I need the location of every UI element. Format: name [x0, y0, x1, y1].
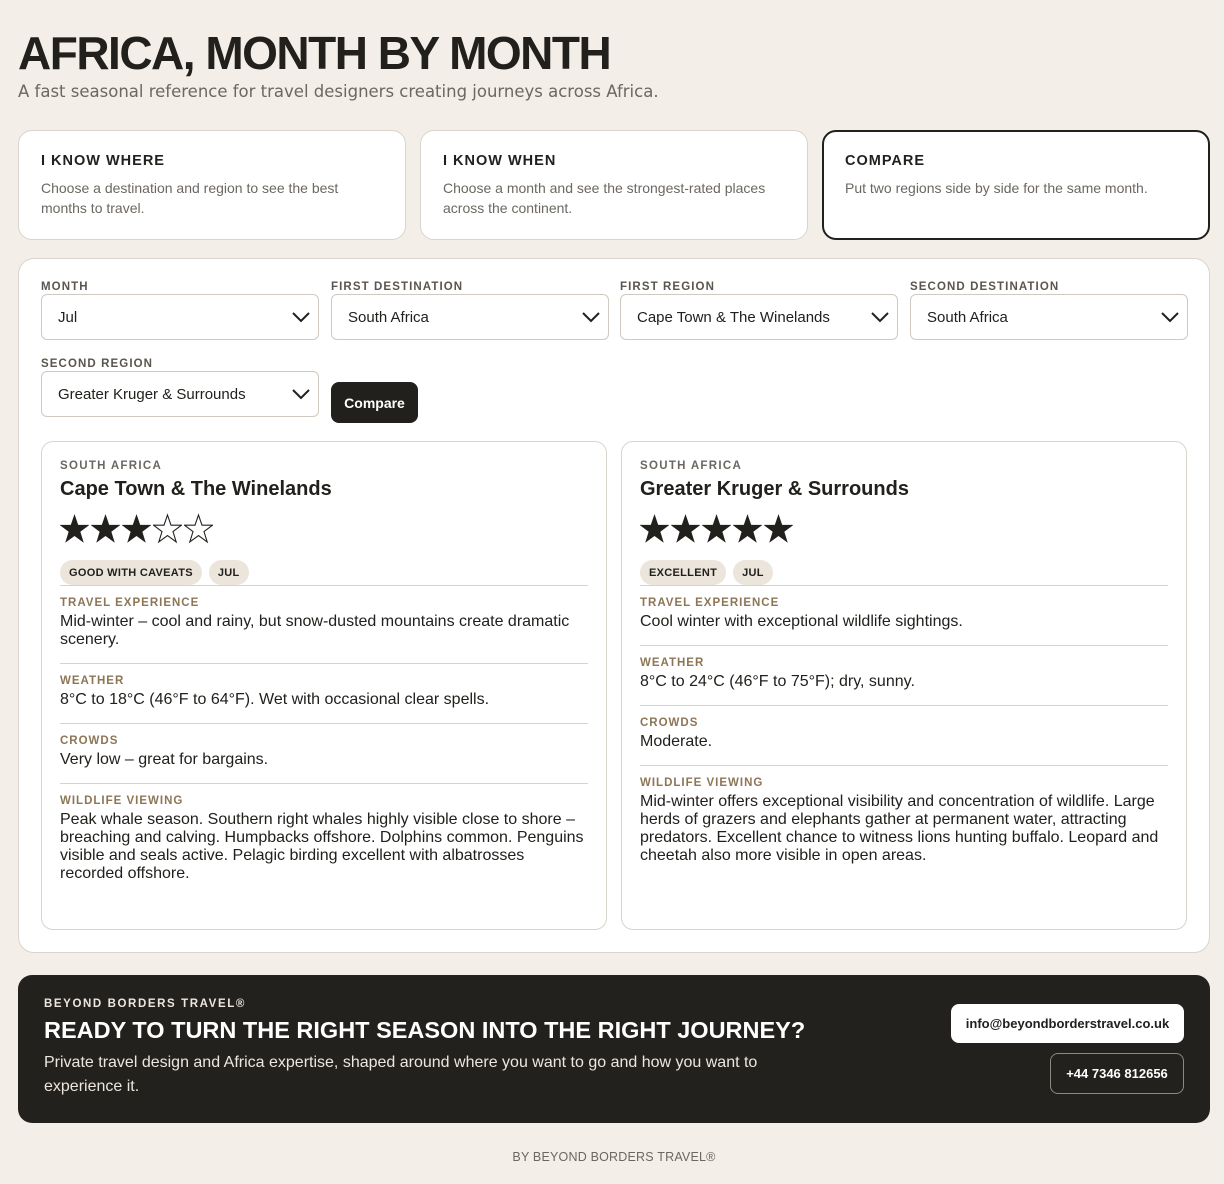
section-text: Mid-winter – cool and rainy, but snow-du… — [60, 613, 570, 648]
section-text: Moderate. — [640, 733, 713, 750]
chevron-down-icon — [1161, 312, 1179, 323]
month-chip: JUL — [208, 560, 249, 585]
chevron-down-icon — [292, 389, 310, 400]
section-label: CROWDS — [60, 735, 119, 747]
card-chips: EXCELLENT JUL — [640, 560, 1168, 585]
wildlife-viewing-section: WILDLIFE VIEWING Peak whale season. Sout… — [60, 783, 588, 897]
card-country: SOUTH AFRICA — [640, 460, 743, 472]
region-card-first: SOUTH AFRICA Cape Town & The Winelands G… — [41, 441, 607, 930]
star-filled-icon — [764, 514, 793, 543]
second-region-field: SECOND REGION Greater Kruger & Surrounds — [41, 358, 319, 417]
contact-banner: BEYOND BORDERS TRAVEL® READY TO TURN THE… — [18, 975, 1210, 1123]
section-label: WILDLIFE VIEWING — [60, 795, 184, 807]
chevron-down-icon — [582, 312, 600, 323]
month-label: MONTH — [41, 281, 89, 293]
mode-title: I KNOW WHEN — [443, 153, 557, 169]
section-label: WILDLIFE VIEWING — [640, 777, 764, 789]
star-filled-icon — [671, 514, 700, 543]
first-region-select[interactable]: Cape Town & The Winelands — [620, 294, 898, 340]
star-rating — [640, 513, 1168, 553]
star-filled-icon — [91, 514, 120, 543]
second-region-label: SECOND REGION — [41, 358, 154, 370]
crowds-section: CROWDS Very low – great for bargains. — [60, 723, 588, 783]
first-region-value: Cape Town & The Winelands — [637, 308, 830, 326]
rating-chip: EXCELLENT — [640, 560, 727, 585]
first-destination-label: FIRST DESTINATION — [331, 281, 464, 293]
star-filled-icon — [733, 514, 762, 543]
section-text: 8°C to 24°C (46°F to 75°F); dry, sunny. — [640, 673, 915, 690]
star-rating — [60, 513, 588, 553]
wildlife-viewing-section: WILDLIFE VIEWING Mid-winter offers excep… — [640, 765, 1168, 879]
star-outline-icon — [184, 513, 213, 544]
region-card-second: SOUTH AFRICA Greater Kruger & Surrounds … — [621, 441, 1187, 930]
month-field: MONTH Jul — [41, 281, 319, 340]
footer-credit: BY BEYOND BORDERS TRAVEL® — [512, 1150, 716, 1164]
section-label: CROWDS — [640, 717, 699, 729]
month-value: Jul — [58, 308, 78, 326]
mode-description: Put two regions side by side for the sam… — [845, 180, 1148, 196]
first-region-field: FIRST REGION Cape Town & The Winelands — [620, 281, 898, 340]
mode-description: Choose a destination and region to see t… — [41, 180, 339, 216]
mode-title: I KNOW WHERE — [41, 153, 165, 169]
chevron-down-icon — [871, 312, 889, 323]
email-button[interactable]: info@beyondborderstravel.co.uk — [951, 1004, 1184, 1043]
cta-headline: READY TO TURN THE RIGHT SEASON INTO THE … — [44, 1017, 806, 1043]
section-label: TRAVEL EXPERIENCE — [60, 597, 200, 609]
weather-section: WEATHER 8°C to 18°C (46°F to 64°F). Wet … — [60, 663, 588, 723]
section-text: Mid-winter offers exceptional visibility… — [640, 793, 1159, 864]
month-select[interactable]: Jul — [41, 294, 319, 340]
first-destination-value: South Africa — [348, 308, 429, 326]
crowds-section: CROWDS Moderate. — [640, 705, 1168, 765]
month-chip: JUL — [733, 560, 773, 585]
weather-section: WEATHER 8°C to 24°C (46°F to 75°F); dry,… — [640, 645, 1168, 705]
star-outline-icon — [153, 513, 182, 544]
mode-card-compare[interactable]: COMPARE Put two regions side by side for… — [822, 130, 1210, 240]
first-destination-field: FIRST DESTINATION South Africa — [331, 281, 609, 340]
section-label: TRAVEL EXPERIENCE — [640, 597, 780, 609]
travel-experience-section: TRAVEL EXPERIENCE Mid-winter – cool and … — [60, 585, 588, 663]
page-subtitle: A fast seasonal reference for travel des… — [18, 82, 659, 101]
chevron-down-icon — [292, 312, 310, 323]
page-title: AFRICA, MONTH BY MONTH — [18, 27, 612, 79]
mode-description: Choose a month and see the strongest-rat… — [443, 180, 766, 216]
section-label: WEATHER — [640, 657, 705, 669]
section-text: 8°C to 18°C (46°F to 64°F). Wet with occ… — [60, 691, 490, 708]
star-filled-icon — [702, 514, 731, 543]
rating-chip: GOOD WITH CAVEATS — [60, 560, 202, 585]
star-filled-icon — [60, 514, 89, 543]
star-filled-icon — [122, 514, 151, 543]
card-chips: GOOD WITH CAVEATS JUL — [60, 560, 588, 585]
second-destination-select[interactable]: South Africa — [910, 294, 1188, 340]
compare-button[interactable]: Compare — [331, 382, 418, 423]
brand-name: BEYOND BORDERS TRAVEL® — [44, 998, 246, 1010]
phone-button[interactable]: +44 7346 812656 — [1050, 1053, 1184, 1094]
section-text: Very low – great for bargains. — [60, 751, 269, 768]
second-destination-field: SECOND DESTINATION South Africa — [910, 281, 1188, 340]
mode-card-know-when[interactable]: I KNOW WHEN Choose a month and see the s… — [420, 130, 808, 240]
second-region-value: Greater Kruger & Surrounds — [58, 385, 246, 403]
mode-selector: I KNOW WHERE Choose a destination and re… — [18, 130, 1210, 240]
compare-panel: MONTH Jul FIRST DESTINATION South Africa… — [18, 258, 1210, 953]
card-region: Greater Kruger & Surrounds — [640, 478, 909, 500]
second-destination-value: South Africa — [927, 308, 1008, 326]
first-region-label: FIRST REGION — [620, 281, 715, 293]
cta-text: Private travel design and Africa experti… — [44, 1054, 758, 1095]
section-text: Cool winter with exceptional wildlife si… — [640, 613, 963, 630]
section-label: WEATHER — [60, 675, 125, 687]
mode-card-know-where[interactable]: I KNOW WHERE Choose a destination and re… — [18, 130, 406, 240]
card-country: SOUTH AFRICA — [60, 460, 163, 472]
second-destination-label: SECOND DESTINATION — [910, 281, 1060, 293]
section-text: Peak whale season. Southern right whales… — [60, 811, 584, 882]
mode-title: COMPARE — [845, 153, 926, 169]
travel-experience-section: TRAVEL EXPERIENCE Cool winter with excep… — [640, 585, 1168, 645]
card-region: Cape Town & The Winelands — [60, 478, 332, 500]
first-destination-select[interactable]: South Africa — [331, 294, 609, 340]
star-filled-icon — [640, 514, 669, 543]
second-region-select[interactable]: Greater Kruger & Surrounds — [41, 371, 319, 417]
